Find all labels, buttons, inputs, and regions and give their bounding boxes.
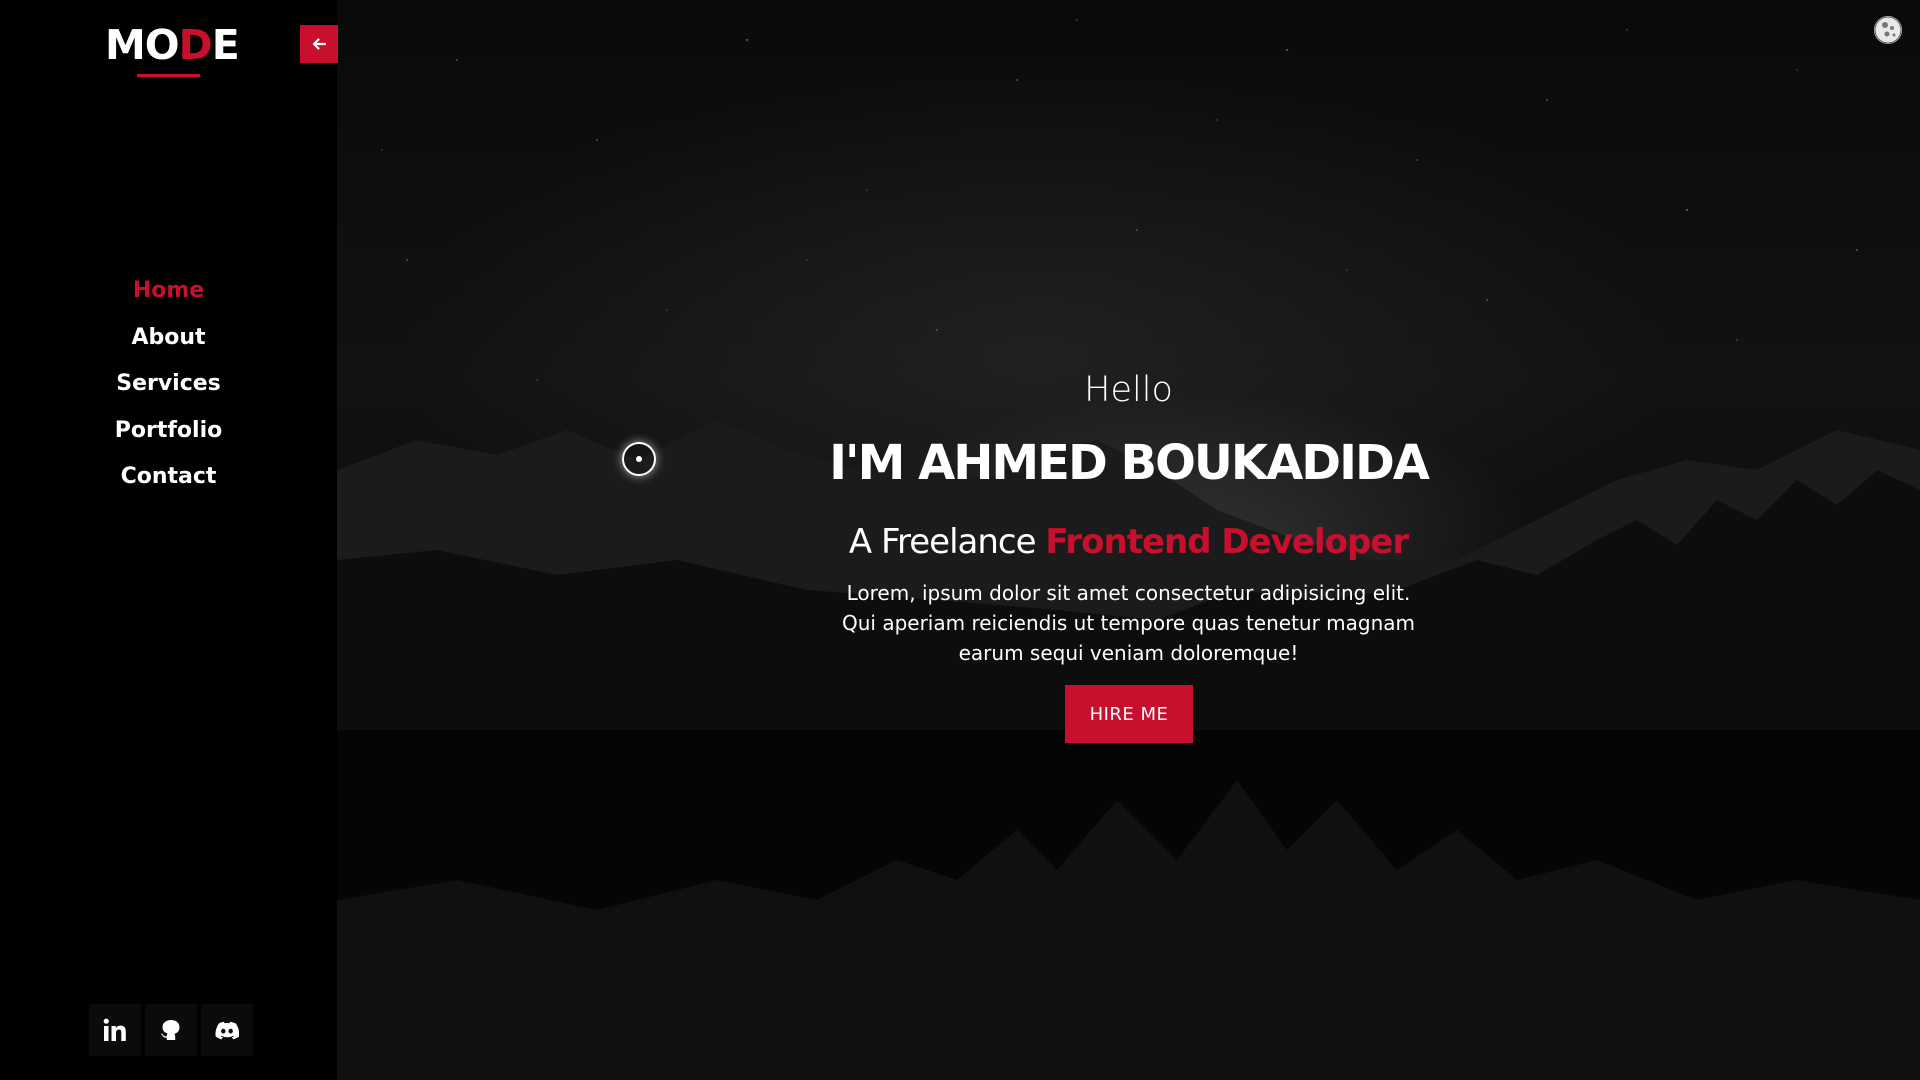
arrow-left-icon — [312, 38, 326, 50]
hero-description: Lorem, ipsum dolor sit amet consectetur … — [841, 581, 1416, 665]
hero-role: A Freelance Frontend Developer — [337, 522, 1920, 562]
github-icon — [161, 1020, 180, 1040]
logo-text-accent: D — [178, 21, 213, 69]
hero-name: I'M AHMED BOUKADIDA — [829, 435, 1430, 491]
hero-role-prefix: A Freelance — [848, 522, 1037, 562]
nav-item-about[interactable]: About — [0, 315, 337, 362]
moon-icon — [1874, 16, 1902, 44]
hire-me-button[interactable]: HIRE ME — [1065, 685, 1193, 743]
linkedin-icon — [103, 1018, 126, 1041]
hero-greeting: Hello — [1084, 370, 1173, 410]
nav-item-contact[interactable]: Contact — [0, 454, 337, 501]
discord-icon — [215, 1021, 239, 1040]
logo-underline — [137, 74, 200, 77]
sidebar: MODE Home About Services Portfolio Conta… — [0, 0, 338, 1080]
hero-section: Hello I'M AHMED BOUKADIDA A Freelance Fr… — [337, 0, 1920, 1080]
logo-text-start: MO — [105, 21, 180, 69]
logo[interactable]: MODE — [105, 21, 240, 69]
hero-content: Hello I'M AHMED BOUKADIDA A Freelance Fr… — [337, 0, 1920, 1080]
page: MODE Home About Services Portfolio Conta… — [0, 0, 1920, 1080]
main-nav: Home About Services Portfolio Contact — [0, 268, 337, 501]
logo-text-end: E — [211, 21, 240, 69]
linkedin-link[interactable] — [89, 1004, 141, 1056]
discord-link[interactable] — [201, 1004, 253, 1056]
hero-role-highlight: Frontend Developer — [1045, 522, 1409, 562]
social-links — [89, 1004, 253, 1056]
nav-item-portfolio[interactable]: Portfolio — [0, 408, 337, 455]
nav-item-home[interactable]: Home — [0, 268, 337, 315]
collapse-sidebar-button[interactable] — [300, 25, 338, 63]
nav-item-services[interactable]: Services — [0, 361, 337, 408]
github-link[interactable] — [145, 1004, 197, 1056]
theme-toggle-button[interactable] — [1874, 16, 1902, 44]
